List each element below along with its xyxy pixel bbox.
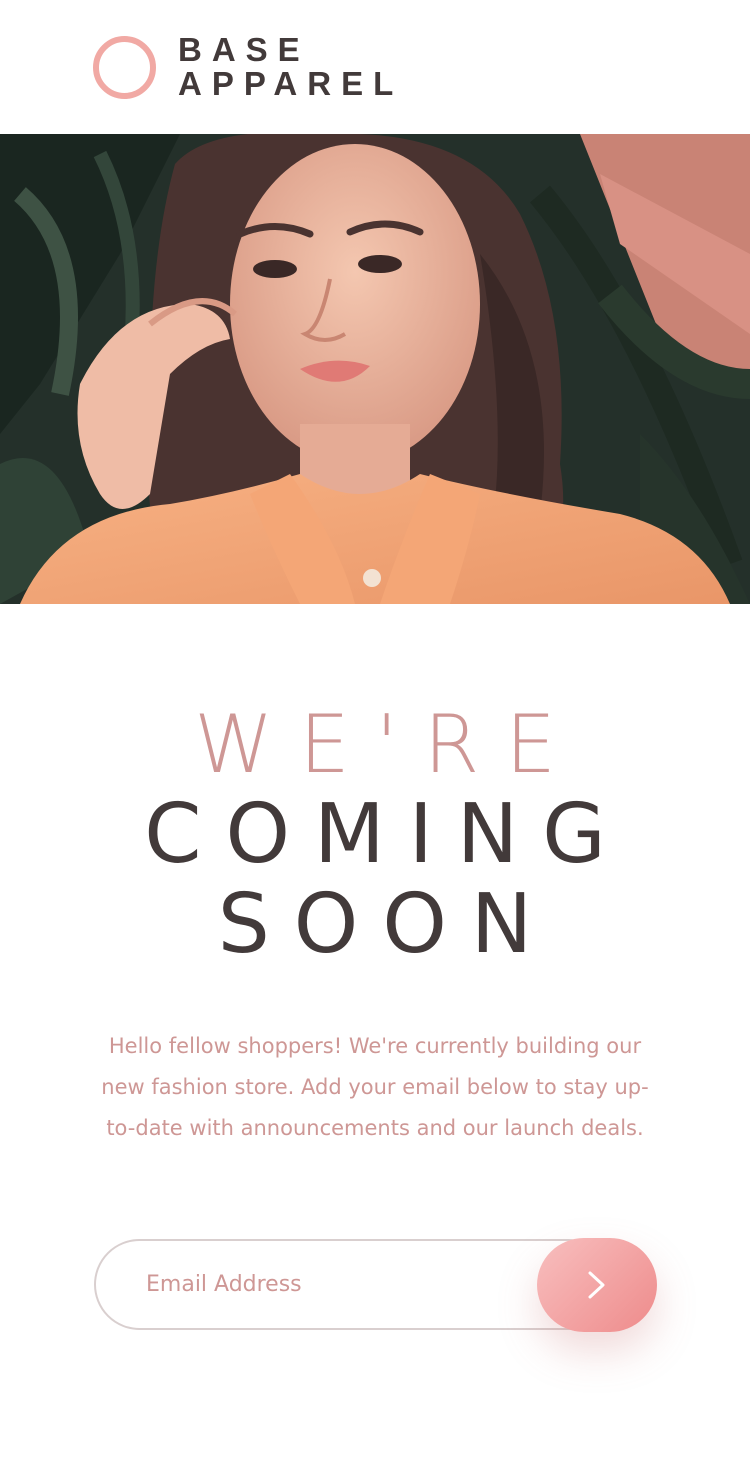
- headline: WE'RE COMING SOON: [0, 700, 750, 970]
- brand-name-line1: BASE: [178, 31, 310, 68]
- headline-light: WE'RE: [194, 698, 582, 791]
- headline-dark-line2: SOON: [217, 877, 557, 972]
- chevron-right-icon: [588, 1271, 605, 1299]
- headline-dark-line1: COMING: [144, 787, 630, 882]
- woman-portrait-photo: [0, 134, 750, 604]
- hero-photo: [0, 134, 750, 604]
- brand-name: BASE APPAREL: [178, 33, 403, 101]
- intro-text: Hello fellow shoppers! We're currently b…: [101, 1034, 649, 1140]
- email-signup-form: [94, 1238, 657, 1332]
- ring-logo-icon: [93, 36, 156, 99]
- brand-logo[interactable]: BASE APPAREL: [93, 33, 403, 101]
- brand-name-line2: APPAREL: [178, 65, 404, 102]
- coming-soon-page: BASE APPAREL WE'RE COMING SOON Hello fel…: [0, 0, 750, 1468]
- email-field[interactable]: [94, 1239, 614, 1330]
- site-header: BASE APPAREL: [0, 0, 750, 134]
- submit-button[interactable]: [537, 1238, 657, 1332]
